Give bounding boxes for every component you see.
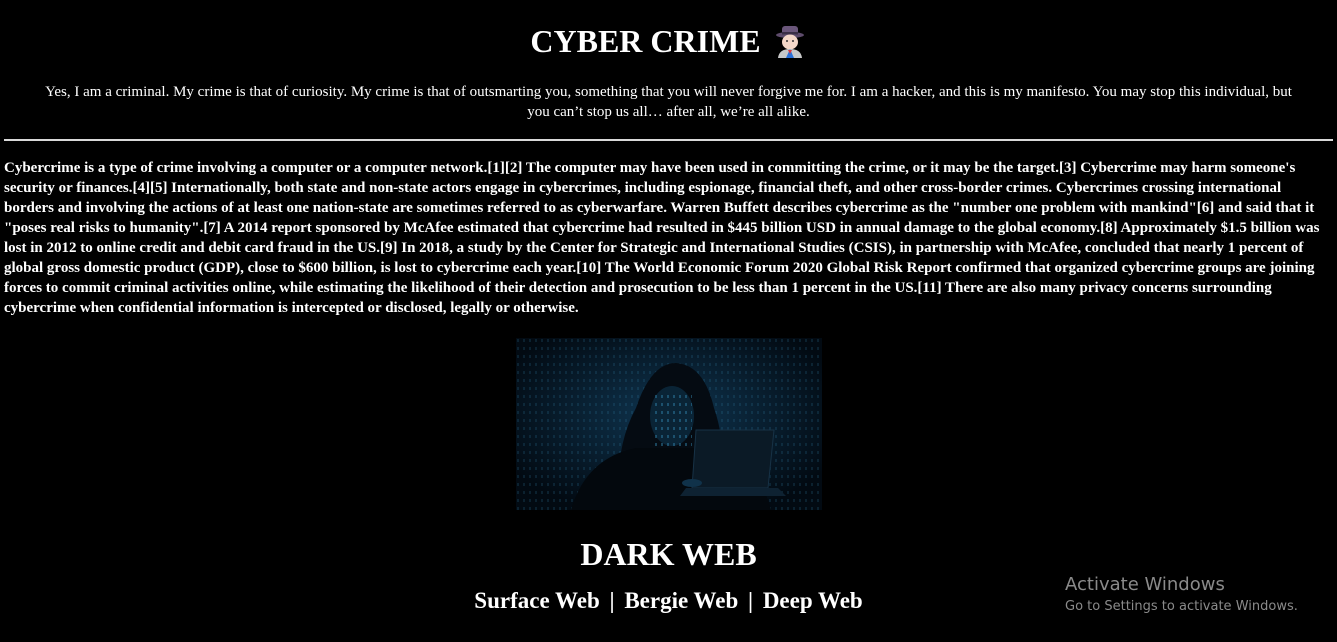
cybercrime-article: Cybercrime is a type of crime involving … (4, 160, 1320, 316)
page-title: CYBER CRIME (0, 0, 1337, 60)
page-title-text: CYBER CRIME (530, 23, 761, 59)
detective-emoji-icon (773, 24, 807, 58)
activate-windows-watermark: Activate Windows Go to Settings to activ… (1065, 574, 1298, 616)
hooded-hacker-laptop-image (515, 338, 822, 510)
hacker-manifesto-quote: Yes, I am a criminal. My crime is that o… (45, 84, 1292, 120)
divider (4, 139, 1333, 141)
watermark-title: Activate Windows (1065, 574, 1225, 595)
deep-web-link[interactable]: Deep Web (763, 588, 863, 613)
bergie-web-link[interactable]: Bergie Web (624, 588, 738, 613)
page: CYBER CRIME Yes, I am a criminal. My cri… (0, 0, 1337, 642)
watermark-subtitle: Go to Settings to activate Windows. (1065, 599, 1298, 614)
surface-web-link[interactable]: Surface Web (474, 588, 599, 613)
nav-separator: | (747, 588, 754, 613)
nav-separator: | (609, 588, 615, 613)
dark-web-title: DARK WEB (580, 536, 757, 572)
